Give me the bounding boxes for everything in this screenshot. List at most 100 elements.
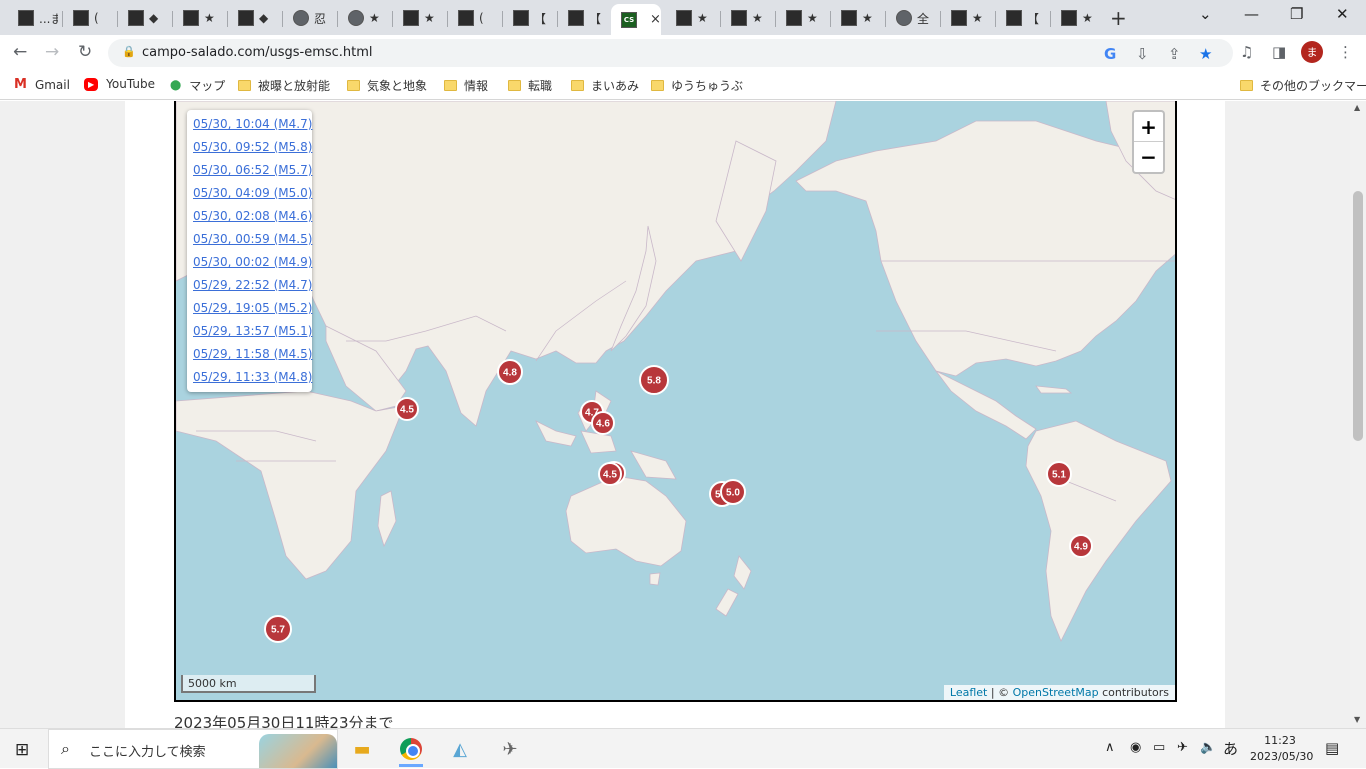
earthquake-link[interactable]: 05/30, 02:08 (M4.6) [193,208,312,231]
tray-overflow-chevron-icon[interactable]: ∧ [1105,740,1115,755]
tab-12[interactable]: ★ [666,5,716,31]
battery-icon[interactable]: ▭ [1153,740,1165,755]
tab-19[interactable]: ★ [1051,5,1101,31]
scroll-down-icon[interactable]: ▼ [1354,715,1360,724]
tab-5[interactable]: 忍 [283,5,333,31]
tab-3[interactable]: ★ [173,5,223,31]
address-bar[interactable]: 🔒 campo-salado.com/usgs-emsc.html G ⇩ ⇪ … [108,39,1233,67]
quake-marker[interactable]: 5.1 [1046,461,1072,487]
site-favicon [786,10,802,26]
earthquake-link[interactable]: 05/30, 04:09 (M5.0) [193,185,312,208]
windows-start-icon[interactable]: ⊞ [15,740,29,760]
tab-title: ★ [752,11,763,25]
updated-until-text: 2023年05月30日11時23分まで [174,714,394,729]
bookmarks-bar: M Gmail ▶ YouTube ⬤ マップ 被曝と放射能 気象と地象 情報 転職 まいあみ ゆうち… [0,71,1366,100]
quake-marker[interactable]: 5.0 [720,479,746,505]
bookmark-item[interactable]: ゆうちゅうぶ [651,77,743,94]
file-explorer-icon[interactable]: ▬ [347,735,377,763]
tab-18[interactable]: 【 [996,5,1046,31]
side-panel-icon[interactable]: ◨ [1272,43,1286,61]
webcam-icon[interactable]: ◉ [1130,740,1141,755]
tab-4[interactable]: ◆ [228,5,278,31]
earthquake-link[interactable]: 05/30, 09:52 (M5.8) [193,139,312,162]
bookmark-item[interactable]: 転職 [508,77,552,94]
volume-icon[interactable]: 🔈 [1200,740,1216,755]
quake-marker[interactable]: 4.5 [395,397,419,421]
zoom-out-button[interactable]: − [1134,142,1163,172]
scrollbar-thumb[interactable] [1353,191,1363,441]
scroll-up-icon[interactable]: ▲ [1354,103,1360,112]
earthquake-link[interactable]: 05/29, 19:05 (M5.2) [193,300,312,323]
quake-marker[interactable]: 5.7 [264,615,292,643]
bookmark-item[interactable]: 被曝と放射能 [238,77,330,94]
bookmark-item[interactable]: ▶ YouTube [84,77,155,91]
quake-marker[interactable]: 4.9 [1069,534,1093,558]
earthquake-link[interactable]: 05/29, 22:52 (M4.7) [193,277,312,300]
forward-arrow-icon[interactable]: → [45,42,59,62]
install-app-icon[interactable]: ⇩ [1136,45,1149,63]
maximize-icon[interactable]: ❐ [1290,5,1303,23]
earthquake-map[interactable]: 4.85.84.54.74.64.74.55.25.05.14.95.7 05/… [174,101,1177,702]
earthquake-link[interactable]: 05/29, 13:57 (M5.1) [193,323,312,346]
reload-icon[interactable]: ↻ [78,42,92,62]
chrome-icon[interactable] [396,735,426,767]
tab-13[interactable]: ★ [721,5,771,31]
bookmark-item[interactable]: 情報 [444,77,488,94]
ime-indicator[interactable]: あ [1223,738,1238,759]
tab-11[interactable]: CS × [611,4,661,35]
tab-10[interactable]: 【 [558,5,608,31]
tab-0[interactable]: ...ま [8,5,58,31]
tab-15[interactable]: ★ [831,5,881,31]
tab-1[interactable]: ( [63,5,113,31]
bookmark-item[interactable]: ⬤ マップ [170,77,225,94]
taskbar-search[interactable]: ⌕ ここに入力して検索 [48,729,338,769]
bookmark-item[interactable]: M Gmail [14,77,70,92]
close-window-icon[interactable]: ✕ [1336,5,1349,23]
menu-kebab-icon[interactable]: ⋮ [1338,43,1353,61]
tab-7[interactable]: ★ [393,5,443,31]
page-scrollbar[interactable]: ▲ ▼ [1350,101,1366,729]
tab-16[interactable]: 全 [886,5,936,31]
earthquake-link[interactable]: 05/30, 00:02 (M4.9) [193,254,312,277]
bookmark-label: 転職 [528,79,553,93]
new-tab-button[interactable]: + [1110,6,1127,30]
other-bookmarks[interactable]: その他のブックマーク [1240,77,1366,94]
profile-avatar[interactable]: ま [1301,41,1323,63]
tab-9[interactable]: 【 [503,5,553,31]
minimize-icon[interactable]: — [1244,5,1259,23]
notepad-app-icon[interactable]: ◭ [445,735,475,763]
back-arrow-icon[interactable]: ← [13,42,27,62]
share-icon[interactable]: ⇪ [1168,45,1181,63]
bookmark-star-icon[interactable]: ★ [1199,45,1212,63]
earthquake-link[interactable]: 05/29, 11:58 (M4.5) [193,346,312,369]
quake-marker[interactable]: 4.8 [497,359,523,385]
notification-icon[interactable]: ▤ [1325,739,1339,757]
airplane-mode-icon[interactable]: ✈ [1177,740,1188,755]
airplane-app-icon[interactable]: ✈ [495,735,525,763]
earthquake-link[interactable]: 05/29, 11:33 (M4.8) [193,369,312,392]
google-translate-icon[interactable]: G [1104,45,1116,63]
tab-14[interactable]: ★ [776,5,826,31]
bookmark-item[interactable]: まいあみ [571,77,639,94]
earthquake-link[interactable]: 05/30, 06:52 (M5.7) [193,162,312,185]
tab-6[interactable]: ★ [338,5,388,31]
tab-17[interactable]: ★ [941,5,991,31]
clock[interactable]: 11:23 2023/05/30 [1250,733,1313,765]
zoom-in-button[interactable]: + [1134,112,1163,142]
tab-search-chevron-icon[interactable]: ⌄ [1199,5,1212,23]
lock-icon[interactable]: 🔒 [122,45,136,58]
osm-link[interactable]: OpenStreetMap [1013,686,1099,699]
bookmark-item[interactable]: 気象と地象 [347,77,427,94]
leaflet-link[interactable]: Leaflet [950,686,987,699]
url-text[interactable]: campo-salado.com/usgs-emsc.html [142,45,373,60]
tab-2[interactable]: ◆ [118,5,168,31]
quake-marker[interactable]: 5.8 [639,365,669,395]
quake-marker[interactable]: 4.5 [598,462,622,486]
quake-marker[interactable]: 4.6 [591,411,615,435]
tab-8[interactable]: ( [448,5,498,31]
media-control-icon[interactable]: ♫ [1240,43,1253,61]
close-tab-icon[interactable]: × [650,12,661,27]
attribution-tail: contributors [1098,686,1169,699]
earthquake-link[interactable]: 05/30, 00:59 (M4.5) [193,231,312,254]
earthquake-link[interactable]: 05/30, 10:04 (M4.7) [193,116,312,139]
